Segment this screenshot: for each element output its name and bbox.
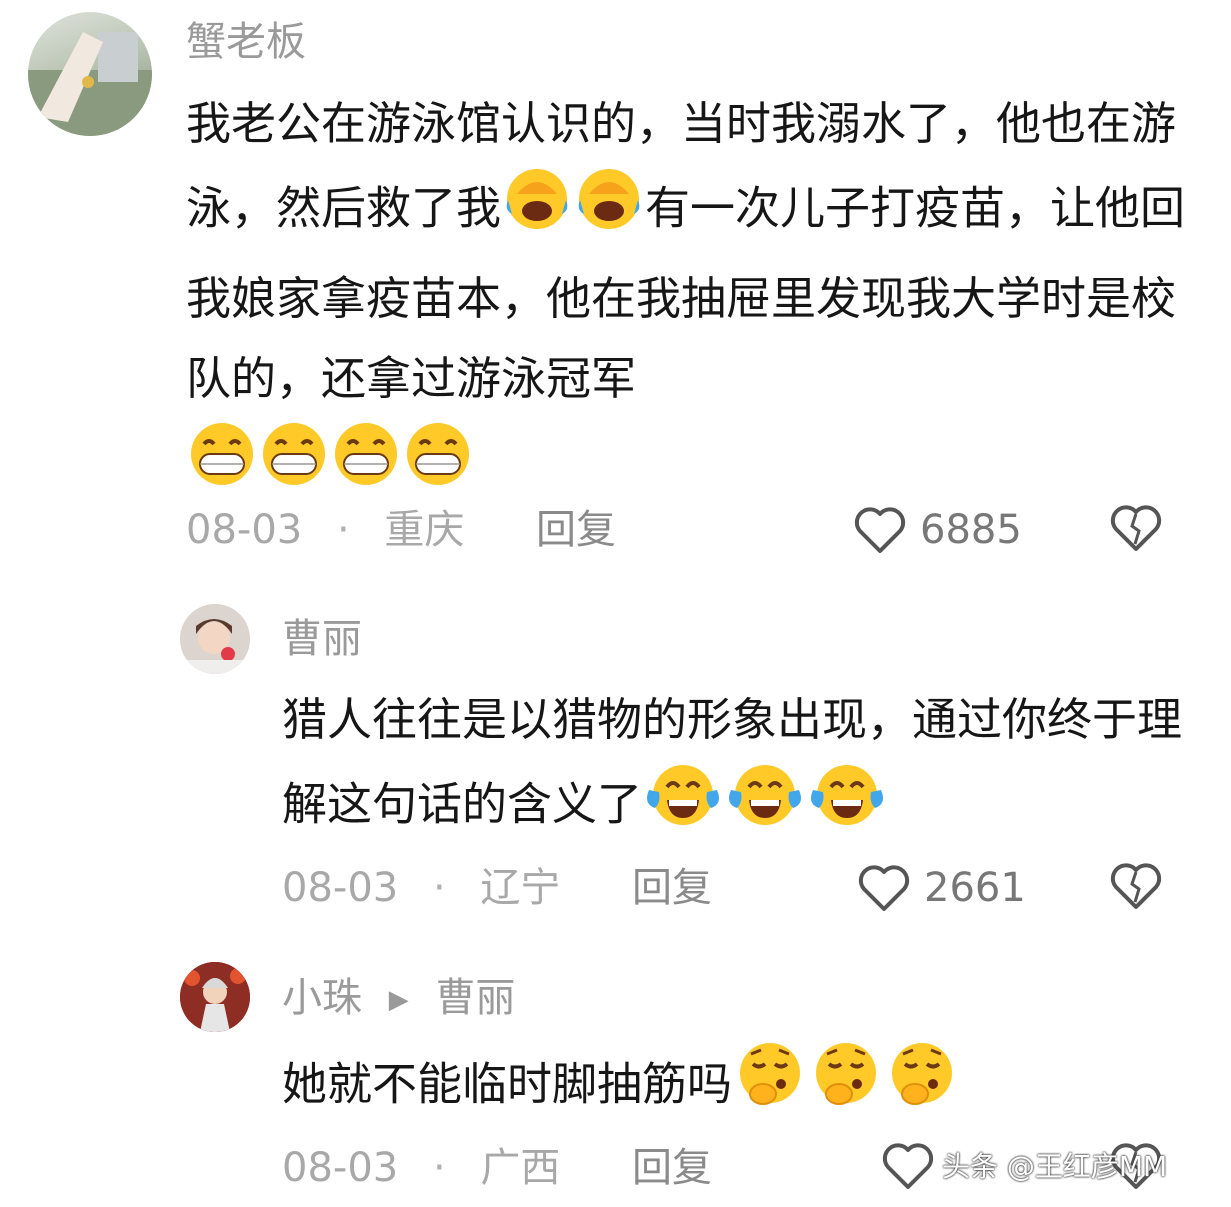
comment-text-part: 她就不能临时脚抽筋吗 [282, 1057, 733, 1111]
thinking-hand-emoji [885, 1040, 959, 1135]
tears-of-joy-emoji [643, 760, 723, 855]
thinking-hand-emoji [733, 1040, 807, 1135]
username[interactable]: 蟹老板 [186, 18, 306, 66]
reply-button[interactable]: 回复 [632, 864, 712, 912]
broken-heart-icon [1110, 505, 1162, 551]
username: 小珠 ▶ 曹丽 [282, 974, 515, 1024]
heart-icon [882, 1143, 934, 1189]
avatar[interactable] [28, 12, 152, 136]
watermark: 头条 @王红彦MM [942, 1150, 1168, 1183]
reply-author[interactable]: 小珠 [282, 975, 362, 1021]
comment-date: 08-03 [282, 865, 399, 911]
comment-meta: 08-03 · 重庆 [186, 506, 464, 554]
comment-date: 08-03 [282, 1145, 399, 1191]
comment-location: 辽宁 [480, 865, 561, 911]
comment-location: 广西 [480, 1145, 561, 1191]
like-count: 2661 [924, 865, 1026, 911]
heart-icon [854, 507, 906, 553]
comment-text: 猎人往往是以猎物的形象出现，通过你终于理解这句话的含义了 [282, 680, 1182, 855]
thinking-hand-emoji [809, 1040, 883, 1135]
crying-laugh-emoji [574, 164, 644, 259]
grinning-emoji [259, 419, 329, 514]
username[interactable]: 曹丽 [282, 615, 362, 663]
crying-laugh-emoji [502, 164, 572, 259]
like-button[interactable]: 2661 [856, 858, 1036, 918]
reply-target[interactable]: 曹丽 [435, 975, 515, 1021]
broken-heart-icon [1110, 863, 1162, 909]
separator-dot: · [336, 507, 350, 553]
grinning-emoji [403, 419, 473, 514]
comment-text: 她就不能临时脚抽筋吗 [282, 1040, 1182, 1135]
dislike-button[interactable] [1108, 500, 1164, 556]
comment-location: 重庆 [384, 507, 465, 553]
grinning-emoji [331, 419, 401, 514]
grinning-emoji [187, 419, 257, 514]
like-button[interactable]: 6885 [852, 500, 1032, 560]
dislike-button[interactable] [1108, 858, 1164, 914]
reply-button[interactable]: 回复 [536, 506, 616, 554]
comment-meta: 08-03 · 辽宁 [282, 864, 560, 912]
like-button[interactable] [880, 1138, 940, 1198]
comment-date: 08-03 [186, 507, 303, 553]
comment-text: 我老公在游泳馆认识的，当时我溺水了，他也在游泳，然后救了我 有一次儿子打疫苗，让… [186, 84, 1186, 514]
avatar[interactable] [180, 962, 250, 1032]
avatar[interactable] [180, 604, 250, 674]
comment-meta: 08-03 · 广西 [282, 1144, 560, 1192]
like-count: 6885 [920, 507, 1022, 553]
heart-icon [858, 865, 910, 911]
tears-of-joy-emoji [725, 760, 805, 855]
reply-arrow-icon: ▶ [388, 985, 409, 1015]
tears-of-joy-emoji [807, 760, 887, 855]
separator-dot: · [432, 865, 446, 911]
reply-button[interactable]: 回复 [632, 1144, 712, 1192]
separator-dot: · [432, 1145, 446, 1191]
